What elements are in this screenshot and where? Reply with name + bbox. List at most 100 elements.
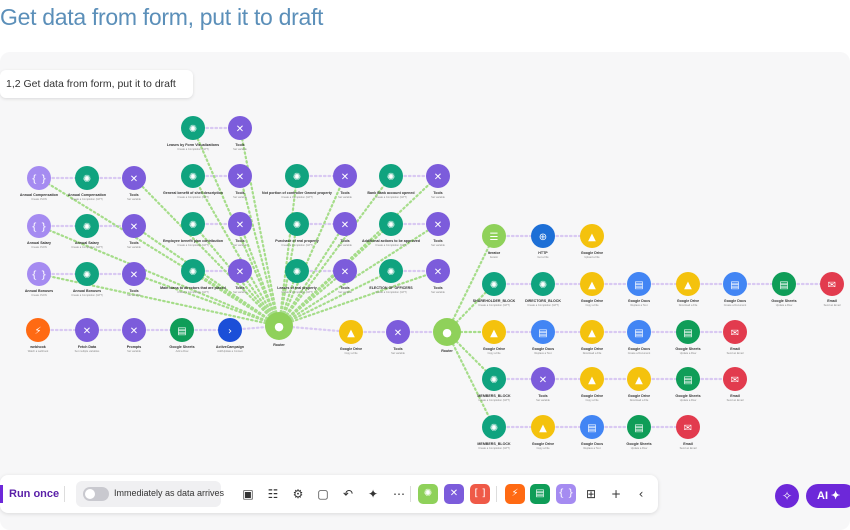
module-sheets[interactable]: ▤ Google SheetsUpdate a Row [675,320,701,355]
add-module-button[interactable]: + [608,486,624,502]
module-docs[interactable]: ▤ Google DocsCreate a Document [627,320,651,355]
module-title: ELECTION OF OFFICERS [369,286,413,290]
module-subtitle: Create a Completion (GPT) [375,195,407,199]
module-tools[interactable]: ✕ ToolsSet variable [333,212,357,247]
module-drive[interactable]: ▲ Google DriveDownload a File [676,272,700,307]
module-subtitle: Iterator [490,255,498,259]
module-router[interactable]: ● Router [433,318,461,353]
tools-chip[interactable]: ✕ [444,484,464,504]
module-openai[interactable]: ✺ General benefit of shell descriptionCre… [163,164,223,199]
module-tools[interactable]: ✕ ToolsSet variable [228,164,252,199]
module-openai[interactable]: ✺ Leases by Form VisualizationsCreate a C… [167,116,219,151]
module-openai[interactable]: ✺ Additional actions to be approvedCreate… [362,212,420,247]
module-sheets[interactable]: ▤ Google SheetsUpdate a Row [626,415,652,450]
module-title: Prompts [127,345,142,349]
module-openai[interactable]: ✺ Not portion of controller Owned propert… [262,164,332,199]
save-icon[interactable]: ▣ [240,486,256,502]
module-drive[interactable]: ▲ Google DriveUpload a File [580,224,604,259]
module-openai[interactable]: ✺ MEMBERS_BLOCKCreate a Completion (GPT) [477,367,511,402]
module-openai[interactable]: ✺ Main loans to directors that are placed… [160,259,226,294]
module-docs[interactable]: ▤ Google DocsReplace a Text [580,415,604,450]
module-drive[interactable]: ▲ Google DriveCopy a File [482,320,506,355]
module-docs[interactable]: ▤ Google DocsReplace a Text [627,272,651,307]
module-tools[interactable]: ✕ ToolsSet variable [386,320,410,355]
module-openai[interactable]: ✺ Bank Bank account openedCreate a Comple… [367,164,415,199]
module-subtitle: Replace a Text [630,303,647,307]
module-openai[interactable]: ✺ Annual BonusesCreate a Completion (GPT) [71,262,103,297]
router-icon: ● [442,326,452,339]
module-subtitle: Create a Completion (GPT) [281,290,313,294]
module-subtitle: Create a Completion (GPT) [177,243,209,247]
openai-icon: ✺ [83,174,91,185]
module-docs[interactable]: ▤ Google DocsCreate a Document [723,272,747,307]
module-activecampaign[interactable]: › ActiveCampaignAdd/Update a Contact [216,318,244,353]
module-sheets[interactable]: ▤ Google SheetsUpdate a Row [675,367,701,402]
module-email[interactable]: ✉ EmailSend an Email [820,272,844,307]
module-webhook[interactable]: ⚡ webhookWatch a webhook [26,318,50,353]
module-tools[interactable]: ✕ Fetch DataSet multiple variables [75,318,100,353]
module-drive[interactable]: ▲ Google DriveDownload a File [627,367,651,402]
module-json[interactable]: { } Annual BonusesCreate JSON [25,262,53,297]
module-json[interactable]: { } Annual CompensationCreate JSON [20,166,58,201]
module-title: Leases of real property [277,286,317,290]
module-email[interactable]: ✉ EmailSend an Email [676,415,700,450]
sheets-chip[interactable]: ▤ [530,484,550,504]
schedule-toggle[interactable]: Immediately as data arrives [76,481,224,507]
module-openai[interactable]: ✺ MEMBERS_BLOCKCreate a Completion (GPT) [477,415,511,450]
module-tools[interactable]: ✕ PromptsSet variable [122,318,146,353]
module-email[interactable]: ✉ EmailSend an Email [723,367,747,402]
notes-icon[interactable]: ▢ [315,486,331,502]
openai-icon: ✺ [83,222,91,233]
module-title: Tools [538,394,547,398]
module-tools[interactable]: ✕ ToolsSet variable [228,116,252,151]
module-sheets[interactable]: ▤ Google SheetsAdd a Row [169,318,195,353]
undo-icon[interactable]: ↶ [340,486,356,502]
module-subtitle: Set variable [338,290,352,294]
module-openai[interactable]: ✺ Annual CompensationCreate a Completion … [68,166,106,201]
ai-assistant-button[interactable]: AI ✦ [806,484,850,508]
module-router[interactable]: ● Router [265,312,293,347]
module-tools[interactable]: ✕ ToolsSet variable [426,164,450,199]
more-icon[interactable]: ⋯ [391,486,407,502]
bulb-icon[interactable]: ✧ [775,484,799,508]
module-tools[interactable]: ✕ ToolsSet variable [122,214,146,249]
auto-align-icon[interactable]: ✦ [365,486,381,502]
module-title: MEMBERS_BLOCK [477,394,511,398]
module-drive[interactable]: ▲ Google DriveCopy a File [531,415,555,450]
module-title: Google Docs [628,299,650,303]
module-openai[interactable]: ✺ SHAREHOLDER_BLOCKCreate a Completion (G… [473,272,516,307]
module-sheets[interactable]: ▤ Google SheetsUpdate a Row [771,272,797,307]
tools-icon: ✕ [434,220,442,231]
module-http[interactable]: ⊕ HTTPGet a File [531,224,555,259]
module-subtitle: Get a File [537,255,549,259]
module-tools[interactable]: ✕ ToolsSet variable [531,367,555,402]
tools-icon: ✕ [130,270,138,281]
json-chip[interactable]: { } [556,484,576,504]
module-openai[interactable]: ✺ Purchase of real propertyCreate a Compl… [275,212,319,247]
module-title: Router [273,343,285,347]
module-json[interactable]: { } Annual SalaryCreate JSON [27,214,51,249]
module-title: HTTP [538,251,548,255]
module-drive[interactable]: ▲ Google DriveCopy a File [580,367,604,402]
run-once-button[interactable]: Run once [0,485,59,503]
router-chip[interactable]: ✺ [418,484,438,504]
module-tools[interactable]: ✕ ToolsSet variable [426,212,450,247]
module-tools[interactable]: ✕ ToolsSet variable [426,259,450,294]
scheduling-icon[interactable]: ☷ [265,486,281,502]
module-openai[interactable]: ✺ Annual SalaryCreate a Completion (GPT) [71,214,103,249]
module-drive[interactable]: ▲ Google DriveDownload a File [580,320,604,355]
text-parser-chip[interactable]: [ ] [470,484,490,504]
webhook-chip[interactable]: ⚡ [505,484,525,504]
schedule-switch[interactable] [83,487,109,501]
grid-chip[interactable]: ⊞ [583,486,599,502]
module-tools[interactable]: ✕ ToolsSet variable [122,166,146,201]
collapse-toolbar-button[interactable]: ‹ [633,486,649,502]
module-docs[interactable]: ▤ Google DocsReplace a Text [531,320,555,355]
module-email[interactable]: ✉ EmailSend an Email [723,320,747,355]
settings-icon[interactable]: ⚙ [290,486,306,502]
module-drive[interactable]: ▲ Google DriveCopy a File [580,272,604,307]
module-openai[interactable]: ✺ DIRECTORS_BLOCKCreate a Completion (GPT… [525,272,561,307]
module-tools[interactable]: ✕ ToolsSet variable [228,259,252,294]
module-subtitle: Create a Completion (GPT) [281,195,313,199]
module-drive[interactable]: ▲ Google DriveCopy a File [339,320,363,355]
